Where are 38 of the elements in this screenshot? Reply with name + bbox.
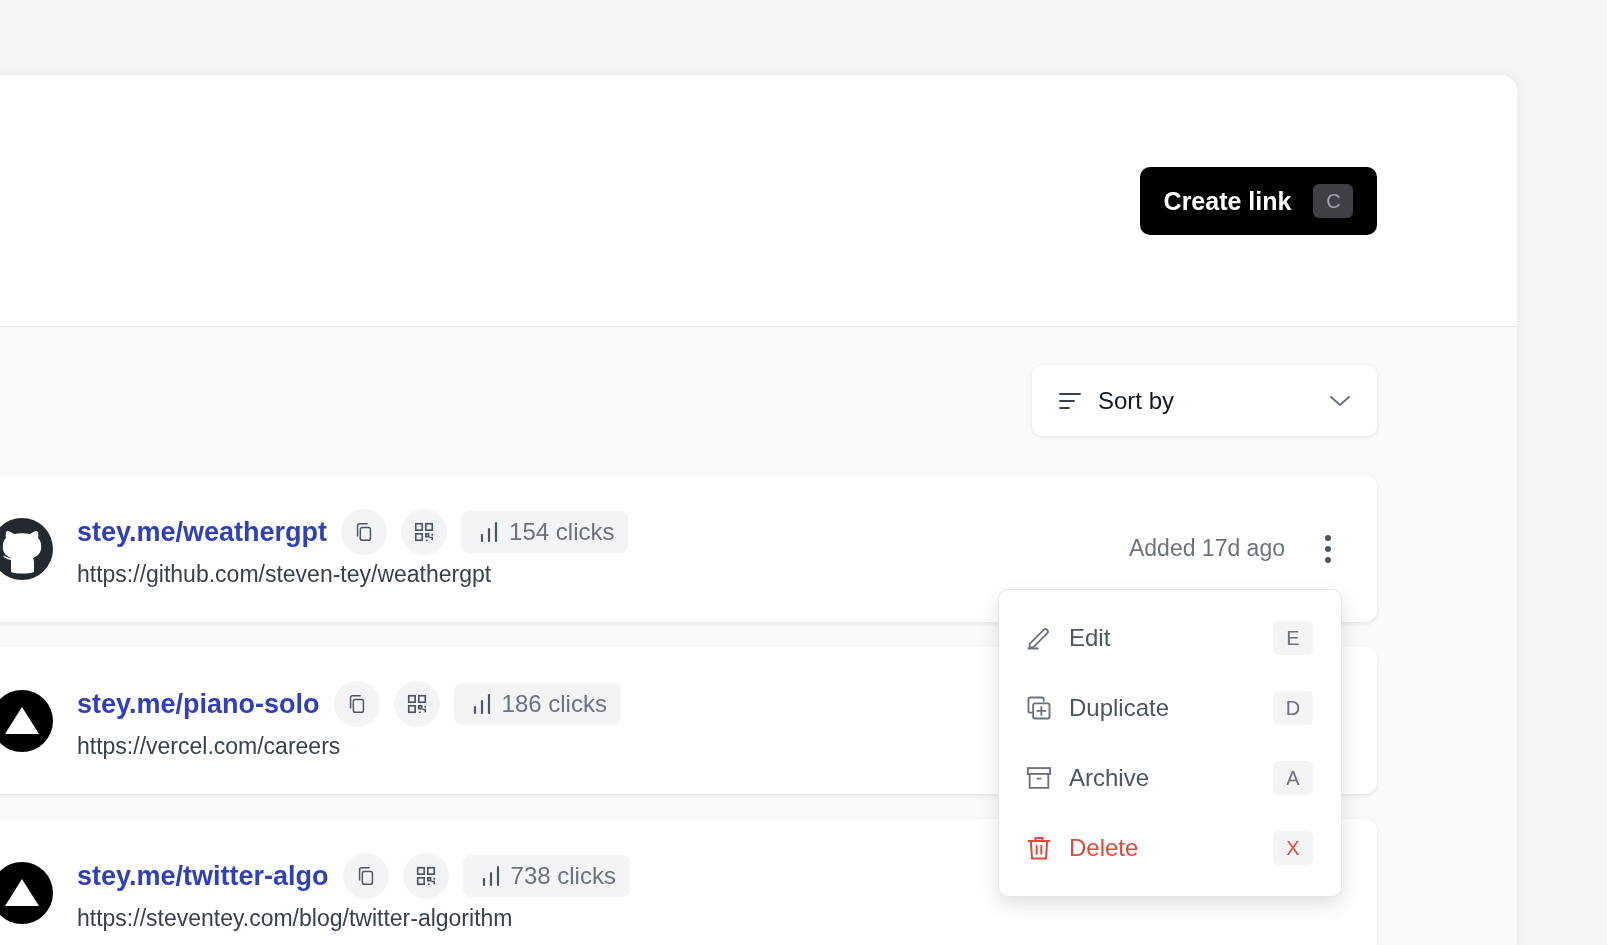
bar-chart-icon	[479, 521, 500, 543]
copy-button[interactable]	[341, 509, 388, 555]
copy-button[interactable]	[342, 853, 389, 899]
short-link[interactable]: stey.me/weathergpt	[77, 516, 328, 548]
destination-url: https://vercel.com/careers	[77, 733, 342, 760]
added-date: Added 17d ago	[1128, 535, 1285, 562]
shortcut-key: A	[1273, 761, 1313, 795]
clicks-badge[interactable]: 738 clicks	[462, 855, 630, 897]
chevron-down-icon	[1329, 394, 1351, 407]
shortcut-key: D	[1273, 691, 1313, 725]
copy-button[interactable]	[333, 681, 380, 727]
qr-code-icon	[413, 521, 436, 543]
archive-box-icon	[1025, 764, 1053, 792]
menu-item[interactable]: Duplicate D	[999, 673, 1341, 743]
shortcut-key: C	[1313, 184, 1354, 218]
qr-code-icon	[405, 693, 428, 715]
duplicate-icon	[1025, 694, 1053, 722]
clicks-badge[interactable]: 154 clicks	[461, 511, 629, 553]
short-link[interactable]: stey.me/twitter-algo	[77, 860, 329, 892]
qr-code-button[interactable]	[393, 681, 440, 727]
create-link-button[interactable]: Create link C	[1140, 167, 1377, 235]
sort-dropdown[interactable]: Sort by	[1032, 365, 1377, 436]
destination-url: https://github.com/steven-tey/weathergpt	[77, 561, 493, 588]
qr-code-button[interactable]	[402, 853, 449, 899]
qr-code-button[interactable]	[401, 509, 448, 555]
bar-chart-icon	[480, 865, 501, 887]
trash-icon	[1025, 834, 1053, 862]
destination-url: https://steventey.com/blog/twitter-algorithm	[77, 905, 514, 932]
shortcut-key: E	[1273, 621, 1313, 655]
menu-item[interactable]: Archive A	[999, 743, 1341, 813]
shortcut-key: X	[1273, 831, 1313, 865]
menu-item[interactable]: Edit E	[999, 603, 1341, 673]
menu-item[interactable]: Delete X	[999, 813, 1341, 883]
short-link[interactable]: stey.me/piano-solo	[77, 688, 320, 720]
sort-lines-icon	[1058, 390, 1082, 411]
clicks-badge[interactable]: 186 clicks	[453, 683, 621, 725]
qr-code-icon	[414, 865, 437, 887]
bar-chart-icon	[471, 693, 492, 715]
